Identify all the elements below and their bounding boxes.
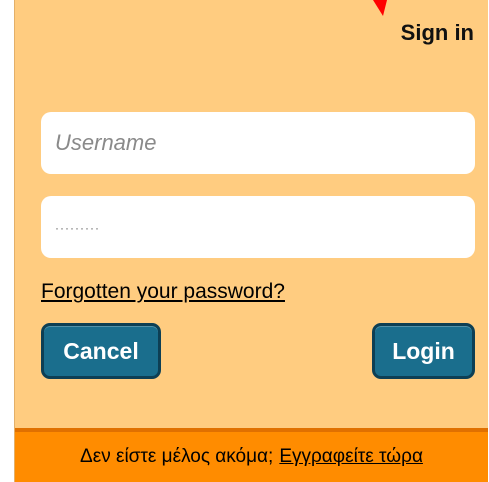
cancel-button[interactable]: Cancel — [41, 323, 161, 379]
signup-link[interactable]: Εγγραφείτε τώρα — [279, 446, 423, 468]
forgot-password-link[interactable]: Forgotten your password? — [41, 280, 285, 304]
username-placeholder: Username — [55, 130, 157, 155]
username-field[interactable]: Username — [41, 112, 475, 174]
sign-in-title: Sign in — [400, 20, 474, 45]
password-masked-value: ········· — [55, 221, 100, 235]
red-pointer-arrow-icon — [373, 0, 387, 16]
signup-prompt: Δεν είστε μέλος ακόμα; — [80, 446, 274, 467]
signup-footer: Δεν είστε μέλος ακόμα; Εγγραφείτε τώρα — [15, 432, 488, 482]
login-button[interactable]: Login — [372, 323, 475, 379]
sign-in-panel: Sign in Username ········· Forgotten you… — [14, 0, 488, 482]
password-field[interactable]: ········· — [41, 196, 475, 258]
